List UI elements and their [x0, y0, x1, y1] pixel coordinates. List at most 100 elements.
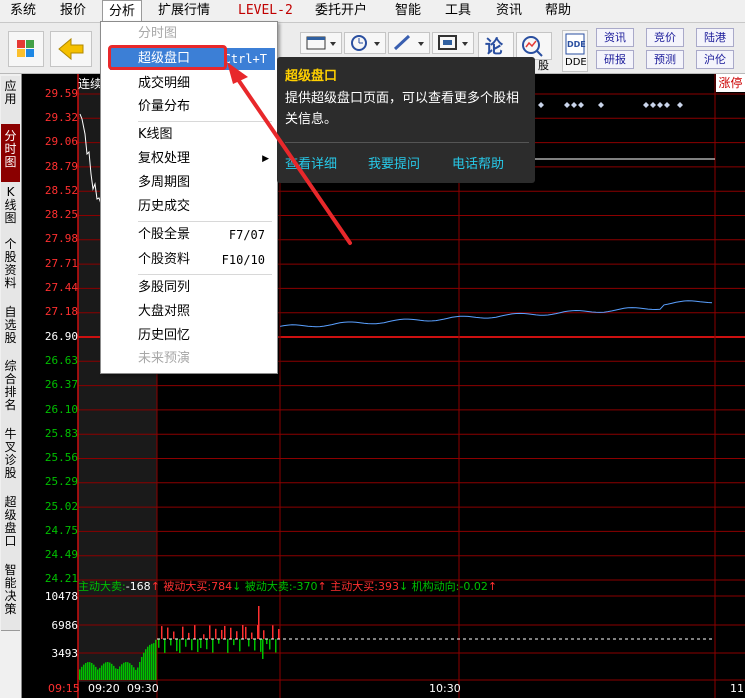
volume-bar: [206, 639, 208, 650]
news-button[interactable]: 资讯: [596, 28, 634, 47]
menu-item-adjustment[interactable]: 复权处理 ▶: [138, 148, 273, 170]
menu-item-label: 历史回忆: [138, 328, 191, 343]
menu-item-shortcut: Ctrl+T: [223, 52, 267, 66]
price-level: 24.49: [44, 548, 78, 561]
indicator-label: 被动大买:: [163, 580, 212, 593]
menu-system[interactable]: 系统: [10, 0, 36, 22]
menu-quotes[interactable]: 报价: [60, 0, 86, 22]
menu-news[interactable]: 资讯: [496, 0, 522, 22]
tooltip-link-phone[interactable]: 电话帮助: [452, 153, 504, 172]
tab-ranking[interactable]: 综合排名: [1, 358, 20, 427]
layout-button[interactable]: [8, 31, 44, 67]
volume-bar: [85, 662, 87, 680]
menu-item-multi-stock[interactable]: 多股同列: [138, 277, 273, 299]
price-level: 28.79: [44, 160, 78, 173]
tooltip-link-ask[interactable]: 我要提问: [368, 153, 420, 172]
menu-item-label: 个股全景: [138, 227, 191, 242]
price-level: 29.32: [44, 111, 78, 124]
indicator-label: 机构动向:: [411, 580, 460, 593]
menu-separator: [138, 121, 272, 122]
menu-level2[interactable]: LEVEL-2: [238, 0, 293, 22]
menu-item-stock-overview[interactable]: 个股全景 F7/07: [138, 224, 273, 246]
forum-button[interactable]: 论: [478, 32, 514, 60]
tab-smart-decision[interactable]: 智能决策: [1, 562, 20, 631]
window-button[interactable]: [300, 32, 342, 54]
tab-watchlist[interactable]: 自选股: [1, 304, 20, 359]
menu-item-kline[interactable]: K线图: [138, 124, 273, 146]
volume-bar: [176, 639, 178, 652]
volume-bar: [275, 639, 277, 653]
volume-bar: [245, 626, 247, 639]
research-button[interactable]: 研报: [596, 50, 634, 69]
volume-bar: [139, 661, 141, 680]
volume-bar: [233, 639, 235, 646]
volume-bar: [145, 649, 147, 680]
indicator-value: -370: [292, 580, 318, 593]
volume-bar: [125, 662, 127, 680]
volume-level: 10478: [44, 590, 78, 603]
volume-bar: [200, 639, 202, 649]
menu-tools[interactable]: 工具: [445, 0, 471, 22]
volume-bar: [182, 626, 184, 639]
menu-item-history-replay[interactable]: 历史回忆: [138, 325, 273, 347]
price-level: 28.25: [44, 208, 78, 221]
dde-button[interactable]: DDE DDE: [562, 30, 588, 72]
price-level: 26.37: [44, 378, 78, 391]
event-marker: [643, 102, 649, 108]
menu-account[interactable]: 委托开户: [315, 0, 367, 22]
screen-button[interactable]: [432, 32, 474, 54]
menu-item-label: 多股同列: [138, 280, 191, 295]
volume-bar: [167, 627, 169, 639]
volume-bar: [97, 669, 99, 680]
volume-bar: [113, 665, 115, 680]
indicator-value: -168: [125, 580, 151, 593]
volume-bar: [79, 669, 81, 680]
volume-bar: [209, 625, 211, 639]
tab-stock-info[interactable]: 个股资料: [1, 236, 20, 305]
volume-bar: [119, 666, 121, 680]
menu-item-stock-profile[interactable]: 个股资料 F10/10: [138, 249, 273, 271]
hk-connect-button[interactable]: 陆港: [696, 28, 734, 47]
volume-bar: [161, 626, 163, 639]
time-label: 09:20: [88, 682, 120, 695]
menu-help[interactable]: 帮助: [545, 0, 571, 22]
history-button[interactable]: [344, 32, 386, 54]
price-level: 26.63: [44, 354, 78, 367]
auction-button[interactable]: 竞价: [646, 28, 684, 47]
volume-bar: [147, 646, 149, 680]
back-button[interactable]: [50, 31, 92, 67]
time-label: 10:30: [429, 682, 461, 695]
grid-color-icon: [17, 40, 34, 57]
shanghai-london-button[interactable]: 沪伦: [696, 50, 734, 69]
forecast-button[interactable]: 预测: [646, 50, 684, 69]
draw-button[interactable]: [388, 32, 430, 54]
volume-bar: [107, 662, 109, 680]
volume-bar: [272, 625, 274, 639]
stock-search-button[interactable]: [516, 32, 552, 60]
indicator-value: 393: [377, 580, 399, 593]
volume-bar: [95, 666, 97, 680]
tab-kline[interactable]: K线图: [1, 182, 20, 239]
menu-item-multi-period[interactable]: 多周期图: [138, 172, 273, 194]
tab-diagnosis[interactable]: 牛叉诊股: [1, 426, 20, 495]
menu-separator: [138, 274, 272, 275]
volume-bar: [263, 630, 265, 639]
volume-bar: [194, 625, 196, 639]
price-level: 26.90: [44, 330, 78, 343]
menu-item-volume-distribution[interactable]: 价量分布: [138, 96, 273, 118]
menu-smart[interactable]: 智能: [395, 0, 421, 22]
menu-item-index-compare[interactable]: 大盘对照: [138, 301, 273, 323]
tab-apps[interactable]: 应用: [1, 76, 20, 125]
volume-bar: [151, 643, 153, 680]
tooltip-link-details[interactable]: 查看详细: [285, 153, 337, 172]
menu-analysis[interactable]: 分析: [102, 0, 143, 23]
submenu-arrow-icon: ▶: [262, 154, 269, 164]
tab-intraday[interactable]: 分时图: [1, 124, 20, 183]
menu-item-trade-details[interactable]: 成交明细: [138, 73, 273, 95]
volume-bar: [99, 667, 101, 680]
tab-super-panel[interactable]: 超级盘口: [1, 494, 20, 563]
menu-extended-quotes[interactable]: 扩展行情: [158, 0, 210, 22]
menu-item-history-trades[interactable]: 历史成交: [138, 196, 273, 218]
menu-item-label: 复权处理: [138, 151, 191, 166]
volume-bar: [137, 667, 139, 680]
